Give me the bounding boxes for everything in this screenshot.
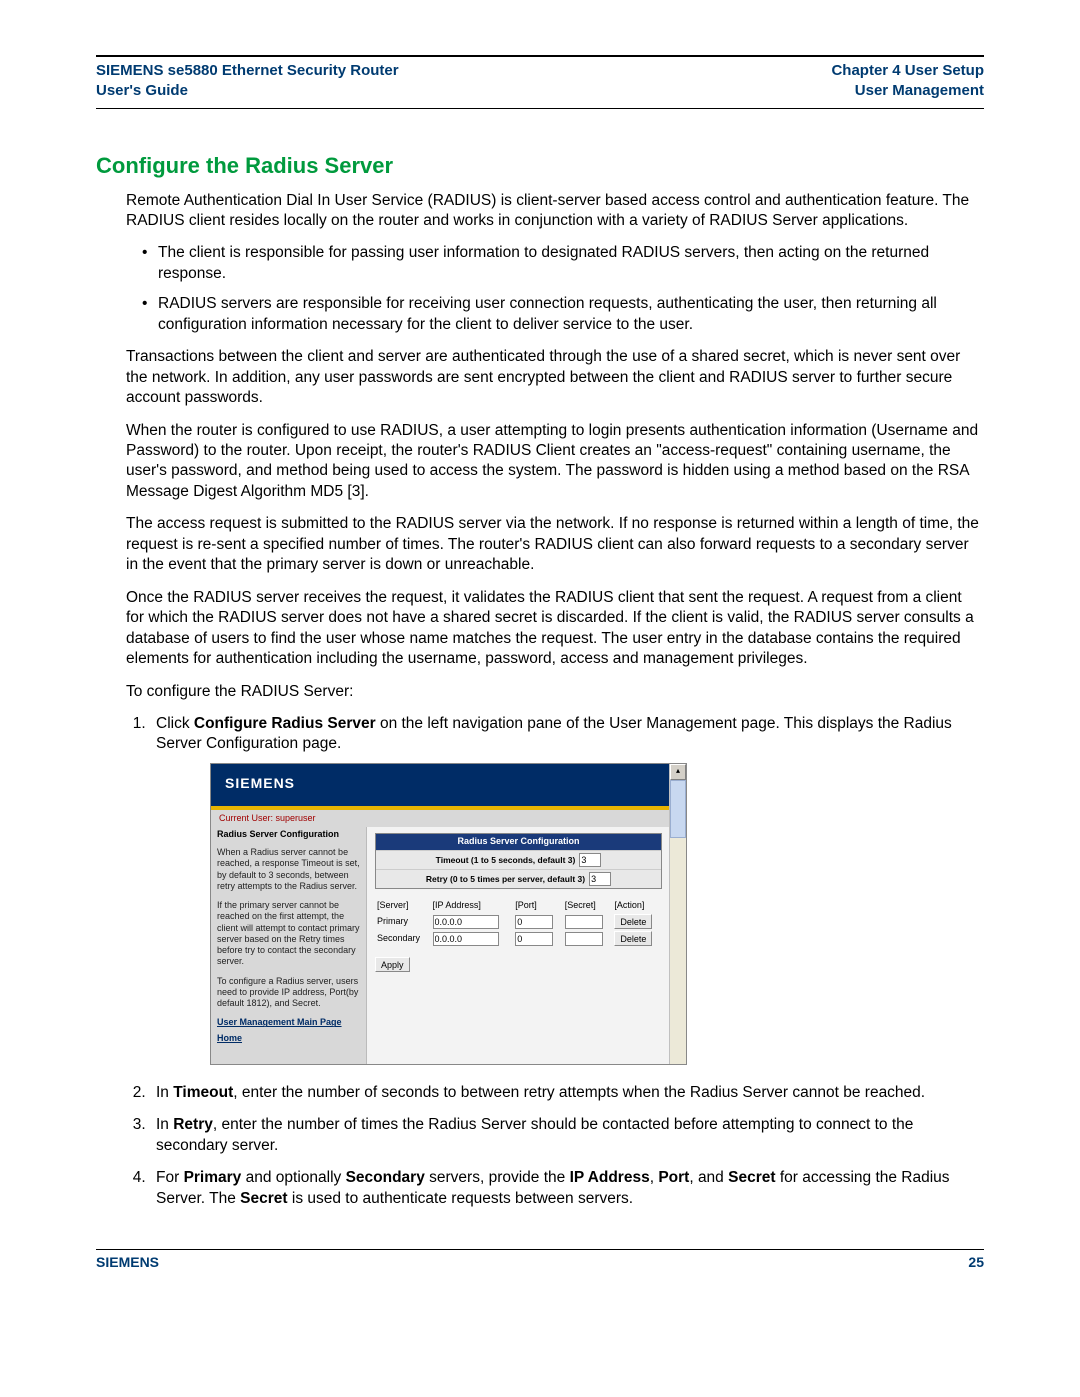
bullet-list: The client is responsible for passing us… bbox=[142, 243, 984, 335]
primary-secret-input[interactable] bbox=[565, 915, 603, 929]
step-3: In Retry, enter the number of times the … bbox=[150, 1115, 984, 1156]
chapter-label: Chapter 4 User Setup bbox=[831, 62, 984, 79]
brand-bar: SIEMENS bbox=[211, 764, 670, 806]
timeout-input[interactable] bbox=[579, 853, 601, 867]
scrollbar[interactable]: ▴ bbox=[669, 764, 686, 1064]
current-user-label: Current User: superuser bbox=[211, 810, 670, 827]
running-footer: SIEMENS 25 bbox=[96, 1250, 984, 1270]
primary-port-input[interactable] bbox=[515, 915, 553, 929]
embedded-screenshot: SIEMENS Current User: superuser Radius S… bbox=[210, 763, 687, 1065]
bullet-item: RADIUS servers are responsible for recei… bbox=[142, 294, 984, 335]
footer-brand: SIEMENS bbox=[96, 1254, 159, 1270]
page-number: 25 bbox=[968, 1254, 984, 1270]
retry-input[interactable] bbox=[589, 872, 611, 886]
server-table: [Server] [IP Address] [Port] [Secret] [A… bbox=[375, 899, 662, 947]
table-row: Primary Delete bbox=[375, 913, 662, 930]
config-title: Radius Server Configuration bbox=[376, 834, 661, 850]
apply-button[interactable]: Apply bbox=[375, 957, 410, 972]
primary-ip-input[interactable] bbox=[433, 915, 499, 929]
primary-delete-button[interactable]: Delete bbox=[614, 914, 652, 929]
section-label: User Management bbox=[855, 82, 984, 99]
bullet-item: The client is responsible for passing us… bbox=[142, 243, 984, 284]
body-paragraph: Once the RADIUS server receives the requ… bbox=[126, 588, 984, 670]
section-heading: Configure the Radius Server bbox=[96, 153, 984, 179]
sidebar-help-text: If the primary server cannot be reached … bbox=[217, 900, 360, 968]
sidebar-help-text: To configure a Radius server, users need… bbox=[217, 976, 360, 1010]
intro-paragraph: Remote Authentication Dial In User Servi… bbox=[126, 191, 984, 232]
timeout-label: Timeout (1 to 5 seconds, default 3) bbox=[436, 855, 576, 866]
step-list: Click Configure Radius Server on the lef… bbox=[126, 714, 984, 1209]
table-row: Secondary Delete bbox=[375, 930, 662, 947]
body-paragraph: The access request is submitted to the R… bbox=[126, 514, 984, 575]
sidebar: Radius Server Configuration When a Radiu… bbox=[211, 827, 367, 1064]
server-name: Secondary bbox=[375, 930, 431, 947]
scroll-up-icon[interactable]: ▴ bbox=[670, 764, 686, 780]
header-rule-top bbox=[96, 55, 984, 57]
body-paragraph: When the router is configured to use RAD… bbox=[126, 421, 984, 503]
step-1: Click Configure Radius Server on the lef… bbox=[150, 714, 984, 1065]
doc-subtitle: User's Guide bbox=[96, 82, 188, 99]
sidebar-help-text: When a Radius server cannot be reached, … bbox=[217, 847, 360, 892]
header-rule-bottom bbox=[96, 108, 984, 109]
body-paragraph: Transactions between the client and serv… bbox=[126, 347, 984, 408]
doc-title: SIEMENS se5880 Ethernet Security Router bbox=[96, 62, 399, 79]
body-paragraph: To configure the RADIUS Server: bbox=[126, 682, 984, 702]
col-port: [Port] bbox=[513, 899, 563, 913]
col-ip: [IP Address] bbox=[431, 899, 514, 913]
secondary-secret-input[interactable] bbox=[565, 932, 603, 946]
col-secret: [Secret] bbox=[563, 899, 613, 913]
col-server: [Server] bbox=[375, 899, 431, 913]
link-home[interactable]: Home bbox=[217, 1033, 360, 1045]
step-4: For Primary and optionally Secondary ser… bbox=[150, 1168, 984, 1209]
col-action: [Action] bbox=[612, 899, 662, 913]
running-header: SIEMENS se5880 Ethernet Security Router … bbox=[96, 61, 984, 102]
sidebar-title: Radius Server Configuration bbox=[217, 829, 360, 841]
secondary-ip-input[interactable] bbox=[433, 932, 499, 946]
secondary-port-input[interactable] bbox=[515, 932, 553, 946]
retry-label: Retry (0 to 5 times per server, default … bbox=[426, 874, 585, 885]
scroll-thumb[interactable] bbox=[670, 780, 686, 838]
server-name: Primary bbox=[375, 913, 431, 930]
link-user-management[interactable]: User Management Main Page bbox=[217, 1017, 360, 1029]
config-panel: Radius Server Configuration Timeout (1 t… bbox=[367, 827, 670, 1064]
secondary-delete-button[interactable]: Delete bbox=[614, 931, 652, 946]
step-2: In Timeout, enter the number of seconds … bbox=[150, 1083, 984, 1103]
